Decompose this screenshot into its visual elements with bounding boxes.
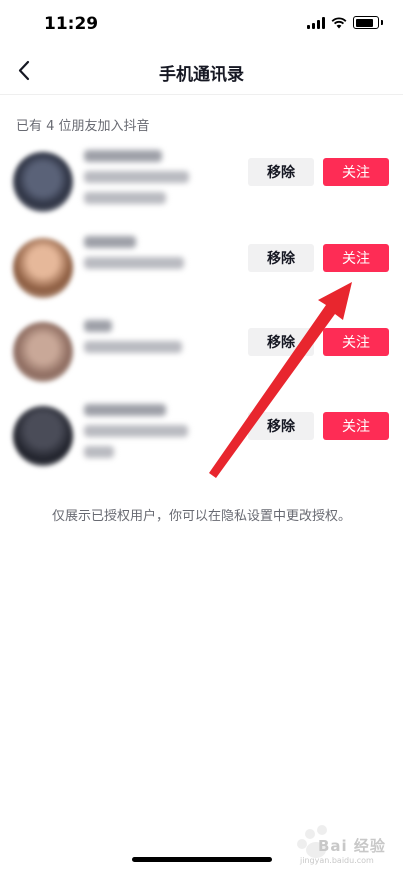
watermark-url: jingyan.baidu.com — [300, 856, 374, 865]
remove-button[interactable]: 移除 — [248, 328, 314, 356]
status-bar: 11:29 — [0, 0, 403, 48]
avatar[interactable] — [13, 406, 73, 466]
status-icons — [307, 16, 383, 29]
friend-row[interactable]: 移除 关注 — [0, 314, 403, 384]
follow-button[interactable]: 关注 — [323, 158, 389, 186]
avatar[interactable] — [13, 322, 73, 382]
authorization-footnote: 仅展示已授权用户，你可以在隐私设置中更改授权。 — [51, 509, 351, 524]
remove-button[interactable]: 移除 — [248, 158, 314, 186]
remove-button[interactable]: 移除 — [248, 412, 314, 440]
page-title: 手机通讯录 — [159, 65, 244, 85]
cellular-signal-icon — [307, 16, 325, 29]
status-time: 11:29 — [44, 14, 99, 34]
friend-row[interactable]: 移除 关注 — [0, 230, 403, 300]
wifi-icon — [331, 16, 347, 28]
blurred-friend-info — [84, 320, 182, 362]
blurred-friend-info — [84, 404, 188, 467]
follow-button[interactable]: 关注 — [323, 244, 389, 272]
friend-row[interactable]: 移除 关注 — [0, 144, 403, 214]
follow-button[interactable]: 关注 — [323, 412, 389, 440]
remove-button[interactable]: 移除 — [248, 244, 314, 272]
friend-row[interactable]: 移除 关注 — [0, 398, 403, 468]
home-indicator[interactable] — [132, 857, 272, 862]
follow-button[interactable]: 关注 — [323, 328, 389, 356]
section-header: 已有 4 位朋友加入抖音 — [16, 119, 150, 134]
nav-bar: 手机通讯录 — [0, 48, 403, 95]
watermark-text: Bai 经验 — [318, 837, 386, 855]
blurred-friend-info — [84, 150, 189, 213]
battery-tip — [381, 20, 383, 25]
blurred-friend-info — [84, 236, 184, 278]
avatar[interactable] — [13, 152, 73, 212]
avatar[interactable] — [13, 238, 73, 298]
battery-icon — [353, 16, 379, 29]
